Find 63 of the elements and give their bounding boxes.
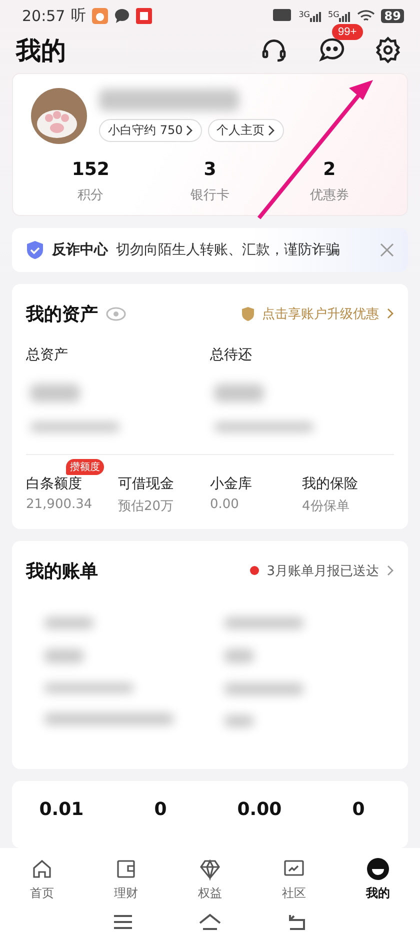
chevron-icon	[387, 308, 394, 320]
hd-icon	[272, 8, 293, 23]
menu-icon[interactable]	[112, 914, 134, 930]
section-title: 我的账单	[26, 560, 98, 583]
avatar[interactable]	[31, 88, 87, 144]
network-label: 3G	[298, 10, 310, 19]
asset-item[interactable]: 我的保险 4份保单	[302, 474, 358, 515]
signal-icon	[310, 10, 322, 22]
page-title: 我的	[16, 34, 67, 67]
chevron-icon	[387, 565, 394, 576]
home-icon[interactable]	[198, 912, 222, 931]
balance-value: 0.01	[38, 798, 85, 822]
blurred-text	[224, 648, 254, 663]
stat-item[interactable]: 2 优惠券	[270, 158, 389, 205]
notice-text: 切勿向陌生人转账、汇款，谨防诈骗	[116, 240, 341, 259]
stat-item[interactable]: 152 积分	[31, 158, 150, 205]
signal-icon	[339, 10, 352, 22]
nav-tab[interactable]: 我的	[336, 856, 420, 904]
message-button[interactable]: 99+	[316, 24, 364, 66]
blurred-amount	[214, 384, 264, 402]
blurred-text	[44, 648, 84, 663]
status-time: 20:57	[22, 6, 66, 25]
chat-bubble-icon	[318, 36, 346, 64]
balance-value: 0	[153, 798, 168, 822]
promo-badge: 攒额度	[66, 458, 104, 475]
profile-tag[interactable]: 个人主页	[208, 119, 284, 142]
nav-tab[interactable]: 社区	[252, 856, 336, 904]
section-title: 我的资产	[26, 302, 98, 326]
asset-item[interactable]: 白条额度 21,900.34	[26, 474, 92, 512]
bill-report-link[interactable]: 3月账单月报已送达	[266, 562, 379, 580]
balance-value: 0	[351, 798, 366, 822]
app-icon	[92, 8, 108, 24]
notice-title: 反诈中心	[52, 240, 108, 259]
app-icon	[136, 8, 152, 24]
chat-icon	[114, 8, 130, 24]
notification-text: 听	[71, 6, 86, 26]
blurred-text	[44, 616, 94, 629]
unread-dot	[250, 566, 259, 576]
message-count-badge: 99+	[332, 24, 363, 40]
anti-fraud-banner[interactable]: 反诈中心 切勿向陌生人转账、汇款，谨防诈骗	[12, 228, 408, 272]
nav-tab[interactable]: 理财	[84, 856, 168, 904]
blurred-text	[224, 714, 254, 727]
wifi-icon	[357, 8, 376, 23]
shield-icon	[26, 240, 44, 260]
blurred-amount	[30, 384, 80, 402]
asset-item[interactable]: 可借现金 预估20万	[118, 474, 174, 515]
network-label: 5G	[328, 10, 340, 19]
total-label: 总资产	[26, 346, 69, 364]
nav-tab[interactable]: 首页	[0, 856, 84, 904]
profile-tag[interactable]: 小白守约 750	[99, 119, 202, 142]
stat-item[interactable]: 3 银行卡	[150, 158, 270, 205]
balance-value: 0.00	[236, 798, 283, 822]
asset-item[interactable]: 小金库 0.00	[210, 474, 252, 512]
chevron-icon	[186, 125, 193, 136]
close-icon[interactable]	[380, 242, 394, 257]
profile-icon	[366, 857, 390, 882]
battery-icon: 89	[381, 8, 404, 23]
total-label: 总待还	[210, 346, 253, 364]
shield-icon	[242, 306, 254, 321]
nav-tab[interactable]: 权益	[168, 856, 252, 904]
back-icon[interactable]	[286, 912, 308, 931]
chevron-icon	[268, 125, 275, 136]
diamond-icon	[198, 857, 222, 882]
